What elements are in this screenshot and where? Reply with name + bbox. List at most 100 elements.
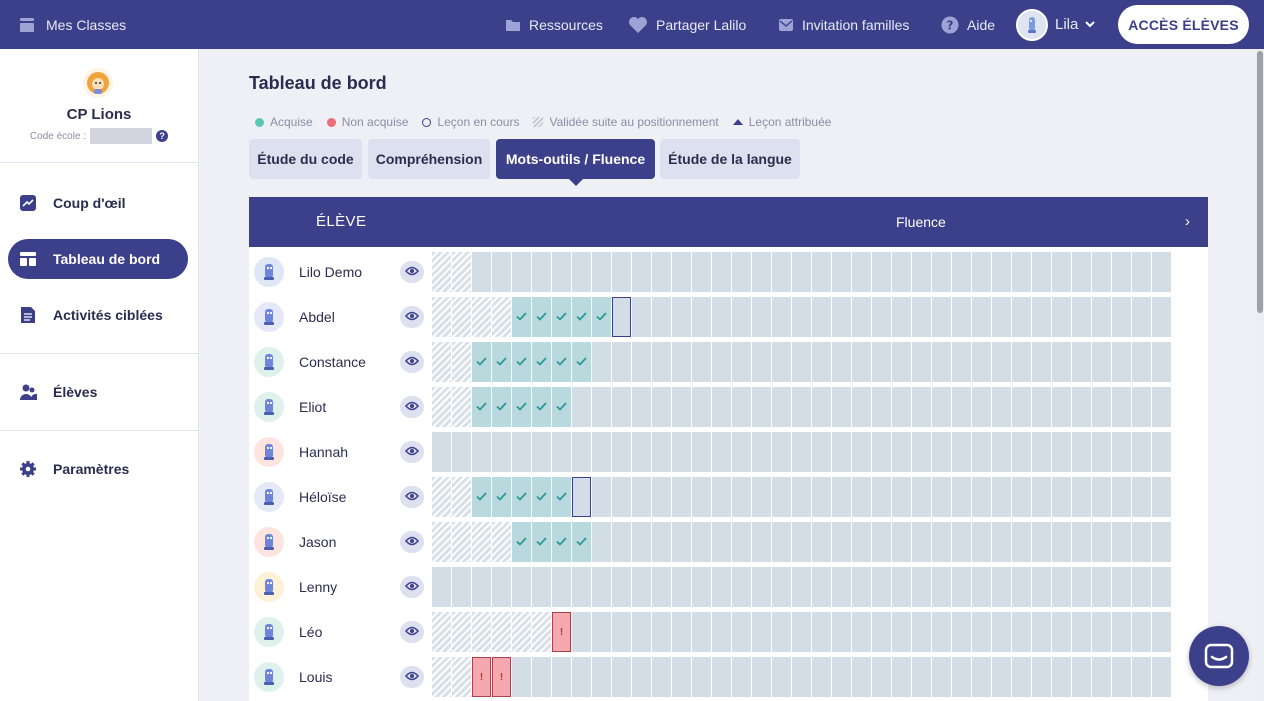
lesson-cell-empty[interactable] xyxy=(992,477,1011,517)
sidebar-item-dashboard[interactable]: Tableau de bord xyxy=(8,239,188,279)
lesson-cell-empty[interactable] xyxy=(1152,387,1171,427)
lesson-cell-acquired[interactable] xyxy=(472,477,491,517)
student-card[interactable]: Jason xyxy=(249,522,429,562)
lesson-cell-empty[interactable] xyxy=(852,342,871,382)
lesson-cell-empty[interactable] xyxy=(932,342,951,382)
lesson-cell-empty[interactable] xyxy=(652,432,671,472)
lesson-cell-empty[interactable] xyxy=(572,567,591,607)
lesson-cell-empty[interactable] xyxy=(1012,612,1031,652)
lesson-cell-empty[interactable] xyxy=(552,432,571,472)
lesson-cell-empty[interactable] xyxy=(1012,297,1031,337)
lesson-cell-empty[interactable] xyxy=(1112,387,1131,427)
tab-comprehension[interactable]: Compréhension xyxy=(368,139,490,179)
lesson-cell-empty[interactable] xyxy=(1152,657,1171,697)
lesson-cell-empty[interactable] xyxy=(672,612,691,652)
lesson-cell-empty[interactable] xyxy=(1152,342,1171,382)
lesson-cell-empty[interactable] xyxy=(612,522,631,562)
lesson-cell-empty[interactable] xyxy=(1112,612,1131,652)
lesson-cell-acquired[interactable] xyxy=(532,387,551,427)
lesson-cell-empty[interactable] xyxy=(712,477,731,517)
lesson-cell-empty[interactable] xyxy=(892,342,911,382)
lesson-cell-empty[interactable] xyxy=(752,387,771,427)
lesson-cell-empty[interactable] xyxy=(872,252,891,292)
lesson-cell-empty[interactable] xyxy=(472,567,491,607)
lesson-cell-empty[interactable] xyxy=(672,567,691,607)
lesson-cell-empty[interactable] xyxy=(672,657,691,697)
lesson-cell-empty[interactable] xyxy=(972,567,991,607)
lesson-cell-empty[interactable] xyxy=(1012,567,1031,607)
lesson-cell-empty[interactable] xyxy=(1112,477,1131,517)
lesson-cell-empty[interactable] xyxy=(692,567,711,607)
lesson-cell-empty[interactable] xyxy=(1112,342,1131,382)
lesson-cell-empty[interactable] xyxy=(512,567,531,607)
view-student-button[interactable] xyxy=(400,261,424,283)
lesson-cell-empty[interactable] xyxy=(972,342,991,382)
lesson-cell-acquired[interactable] xyxy=(512,297,531,337)
lesson-cell-empty[interactable] xyxy=(832,612,851,652)
lesson-cell-empty[interactable] xyxy=(752,612,771,652)
lesson-cell-empty[interactable] xyxy=(932,522,951,562)
lesson-cell-empty[interactable] xyxy=(1092,657,1111,697)
lesson-cell-empty[interactable] xyxy=(1092,612,1111,652)
lesson-cell-empty[interactable] xyxy=(812,657,831,697)
lesson-cell-empty[interactable] xyxy=(732,612,751,652)
view-student-button[interactable] xyxy=(400,306,424,328)
lesson-cell-acquired[interactable] xyxy=(552,387,571,427)
lesson-cell-empty[interactable] xyxy=(972,477,991,517)
lesson-cell-empty[interactable] xyxy=(792,342,811,382)
lesson-cell-empty[interactable] xyxy=(712,387,731,427)
lesson-cell-empty[interactable] xyxy=(832,252,851,292)
lesson-cell-empty[interactable] xyxy=(732,297,751,337)
lesson-cell-validated[interactable] xyxy=(452,387,471,427)
lesson-cell-empty[interactable] xyxy=(1032,477,1051,517)
lesson-cell-empty[interactable] xyxy=(1092,522,1111,562)
lesson-cell-empty[interactable] xyxy=(752,342,771,382)
lesson-cell-empty[interactable] xyxy=(1072,297,1091,337)
lesson-cell-empty[interactable] xyxy=(832,342,851,382)
chat-button[interactable] xyxy=(1189,626,1249,686)
lesson-cell-empty[interactable] xyxy=(1132,567,1151,607)
lesson-cell-empty[interactable] xyxy=(952,342,971,382)
lesson-cell-empty[interactable] xyxy=(852,432,871,472)
lesson-cell-empty[interactable] xyxy=(1092,432,1111,472)
lesson-cell-empty[interactable] xyxy=(592,432,611,472)
sidebar-item-students[interactable]: Élèves xyxy=(8,372,188,412)
lesson-cell-empty[interactable] xyxy=(512,432,531,472)
lesson-cell-empty[interactable] xyxy=(952,387,971,427)
lesson-cell-empty[interactable] xyxy=(752,297,771,337)
lesson-cell-validated[interactable] xyxy=(432,252,451,292)
lesson-cell-empty[interactable] xyxy=(812,297,831,337)
lesson-cell-empty[interactable] xyxy=(632,387,651,427)
lesson-cell-acquired[interactable] xyxy=(552,477,571,517)
lesson-cell-empty[interactable] xyxy=(592,342,611,382)
lesson-cell-empty[interactable] xyxy=(932,612,951,652)
lesson-cell-empty[interactable] xyxy=(1152,297,1171,337)
lesson-cell-empty[interactable] xyxy=(812,567,831,607)
view-student-button[interactable] xyxy=(400,666,424,688)
student-card[interactable]: Abdel xyxy=(249,297,429,337)
lesson-cell-acquired[interactable] xyxy=(552,522,571,562)
lesson-cell-empty[interactable] xyxy=(932,657,951,697)
lesson-cell-empty[interactable] xyxy=(772,432,791,472)
lesson-cell-empty[interactable] xyxy=(812,477,831,517)
lesson-cell-empty[interactable] xyxy=(952,522,971,562)
lesson-cell-empty[interactable] xyxy=(932,252,951,292)
lesson-cell-empty[interactable] xyxy=(912,297,931,337)
lesson-cell-empty[interactable] xyxy=(652,522,671,562)
lesson-cell-empty[interactable] xyxy=(1152,432,1171,472)
lesson-cell-validated[interactable] xyxy=(432,657,451,697)
student-access-button[interactable]: ACCÈS ÉLÈVES xyxy=(1118,5,1249,44)
lesson-cell-empty[interactable] xyxy=(992,387,1011,427)
lesson-cell-empty[interactable] xyxy=(652,612,671,652)
page-scrollbar[interactable] xyxy=(1256,49,1264,701)
lesson-cell-empty[interactable] xyxy=(1012,432,1031,472)
lesson-cell-empty[interactable] xyxy=(792,387,811,427)
sidebar-item-overview[interactable]: Coup d'œil xyxy=(8,183,188,223)
question-icon[interactable]: ? xyxy=(156,130,169,142)
lesson-cell-empty[interactable] xyxy=(692,387,711,427)
lesson-cell-empty[interactable] xyxy=(452,432,471,472)
family-invitation-link[interactable]: Invitation familles xyxy=(778,0,909,49)
lesson-cell-empty[interactable] xyxy=(712,432,731,472)
lesson-cell-empty[interactable] xyxy=(692,297,711,337)
lesson-cell-empty[interactable] xyxy=(1032,387,1051,427)
